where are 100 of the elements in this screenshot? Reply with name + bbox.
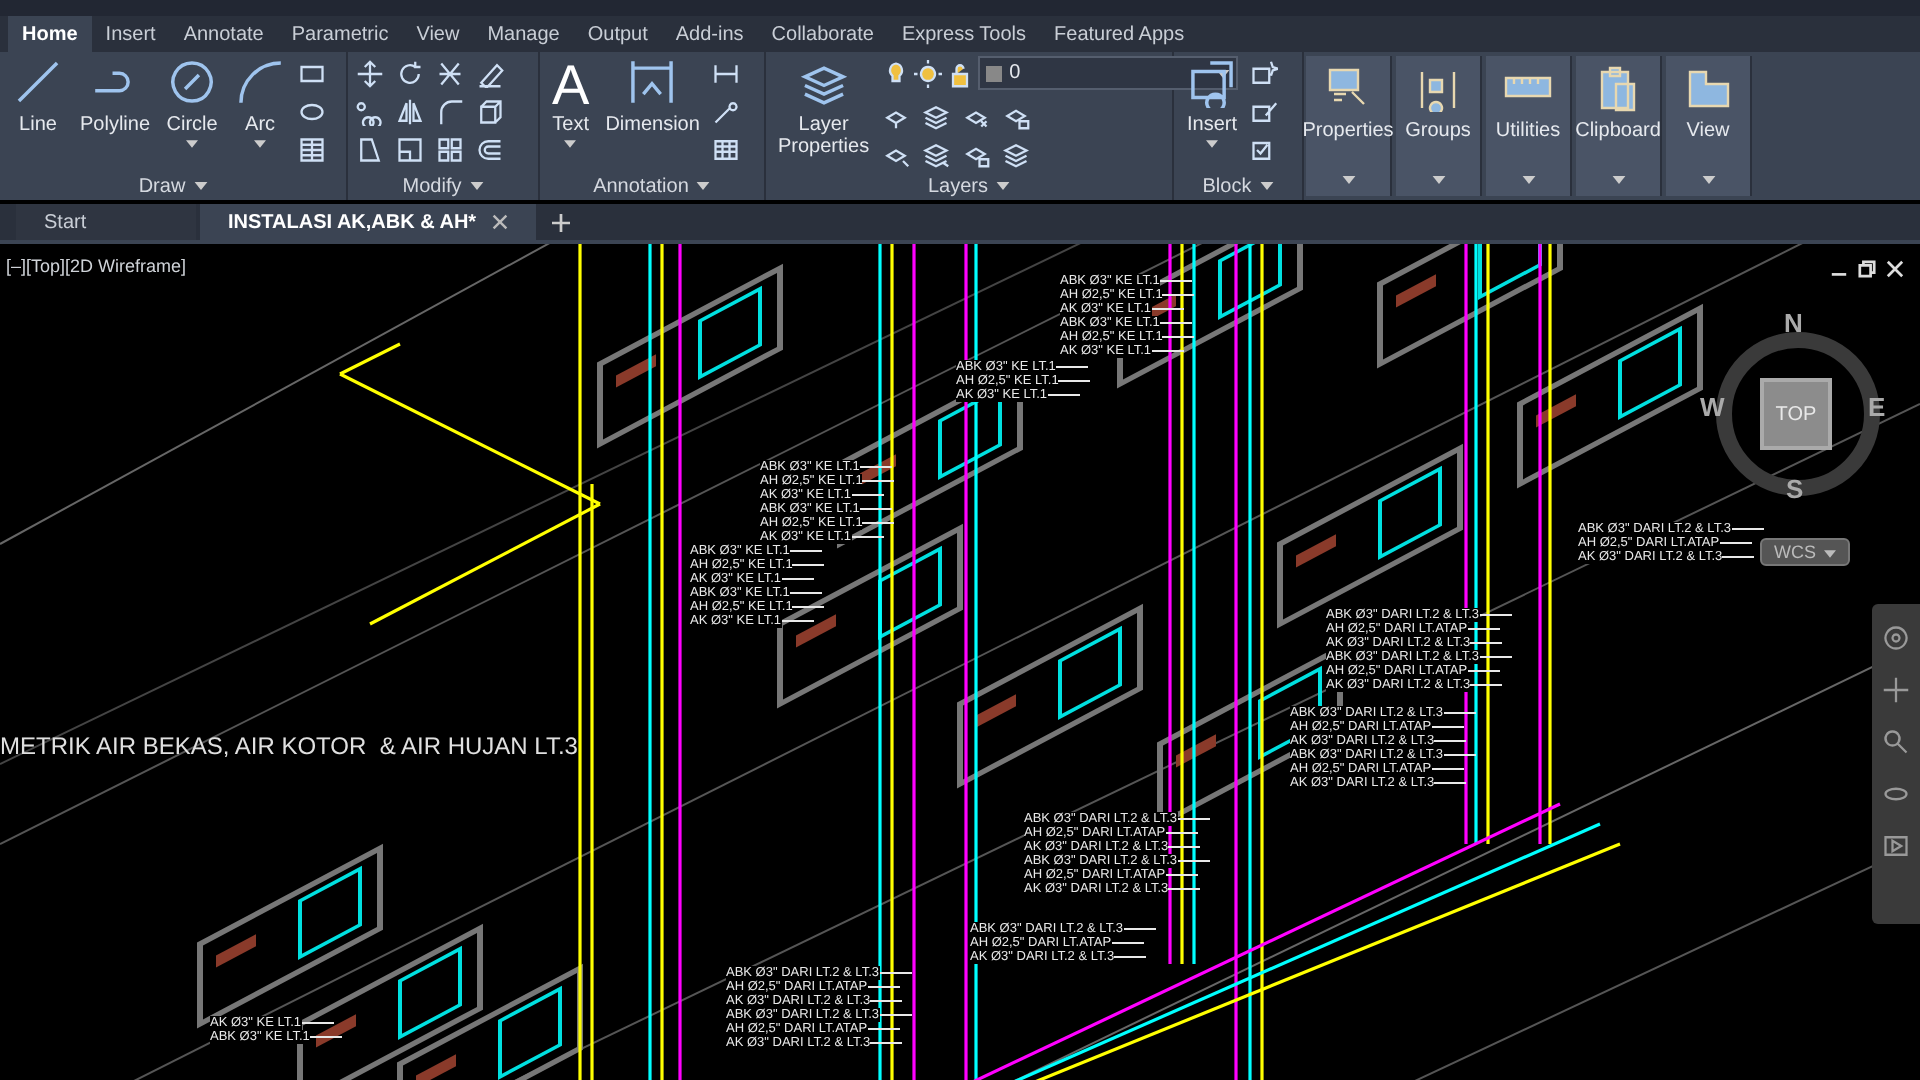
leader-line: [1159, 322, 1192, 324]
document-tab[interactable]: Start: [16, 204, 196, 240]
create-block-icon[interactable]: [1250, 60, 1278, 88]
leader-icon[interactable]: [711, 98, 740, 126]
erase-icon[interactable]: [476, 60, 504, 88]
panel-button[interactable]: Groups: [1405, 64, 1471, 142]
leader-line: [1168, 846, 1201, 848]
panel-button[interactable]: Utilities: [1495, 64, 1561, 142]
caret-icon[interactable]: [1431, 176, 1445, 184]
leader-line: [1177, 818, 1209, 820]
tool-button[interactable]: Polyline: [76, 56, 155, 136]
offset-icon[interactable]: [476, 136, 504, 164]
panel-title[interactable]: Layers: [927, 172, 988, 200]
move-icon[interactable]: [356, 60, 384, 88]
ribbon-tab[interactable]: Annotate: [169, 16, 278, 52]
compass-letter: W: [1700, 392, 1725, 422]
array-icon[interactable]: [436, 136, 464, 164]
leader-line: [1055, 366, 1088, 368]
leader-line: [1467, 670, 1500, 672]
ribbon-tab[interactable]: Add-ins: [661, 16, 758, 52]
leader-line: [851, 494, 884, 496]
rectangle-icon[interactable]: [298, 60, 327, 88]
leader-line: [1047, 394, 1080, 396]
leader-line: [1722, 556, 1755, 558]
leader-line: [1162, 336, 1195, 338]
ribbon-tab[interactable]: Output: [573, 16, 662, 52]
leader-line: [789, 592, 822, 594]
drawing-title: METRIK AIR BEKAS, AIR KOTOR & AIR HUJAN LT.3: [0, 732, 578, 760]
leader-line: [1443, 754, 1475, 756]
layer-dropdown[interactable]: 0: [977, 56, 1238, 90]
leader-line: [781, 620, 814, 622]
stretch-icon[interactable]: [356, 136, 384, 164]
ucs-menu[interactable]: WCS: [1760, 538, 1850, 566]
leader-line: [1443, 712, 1475, 714]
leader-line: [1434, 782, 1467, 784]
ribbon-tab[interactable]: View: [402, 16, 474, 52]
caret-icon[interactable]: [193, 182, 208, 190]
leader-line: [1431, 726, 1464, 728]
layer-copy-icon[interactable]: [921, 140, 950, 168]
scale-icon[interactable]: [396, 136, 424, 164]
caret-icon[interactable]: [1701, 176, 1715, 184]
pan-icon[interactable]: [1882, 676, 1910, 704]
ribbon-tab[interactable]: Parametric: [277, 16, 403, 52]
ribbon-tab[interactable]: Manage: [473, 16, 574, 52]
leader-line: [309, 1036, 342, 1038]
panel-title[interactable]: Block: [1202, 172, 1252, 200]
leader-line: [1431, 768, 1464, 770]
caret-icon[interactable]: [1521, 176, 1535, 184]
edit-block-icon[interactable]: [1250, 98, 1278, 126]
tool-button[interactable]: Arc: [230, 56, 291, 148]
caret-icon[interactable]: [1259, 182, 1274, 190]
leader-line: [789, 550, 822, 552]
close-icon[interactable]: [1886, 260, 1904, 278]
ribbon-tab[interactable]: Home: [8, 16, 92, 52]
compass-letter: E: [1868, 392, 1886, 422]
panel-title[interactable]: Draw: [138, 172, 186, 200]
tool-button[interactable]: Line: [8, 56, 68, 136]
tool-button[interactable]: Circle: [162, 56, 223, 148]
ribbon-tab[interactable]: Collaborate: [757, 16, 888, 52]
box-icon[interactable]: [476, 98, 504, 126]
tool-button[interactable]: Layer Properties: [774, 56, 874, 158]
ribbon-tab[interactable]: Featured Apps: [1040, 16, 1199, 52]
rotate-icon[interactable]: [396, 60, 424, 88]
table-icon[interactable]: [711, 136, 740, 164]
tool-button[interactable]: Dimension: [601, 56, 704, 136]
leader-line: [879, 972, 911, 974]
caret-icon[interactable]: [1341, 176, 1355, 184]
panel-button[interactable]: Properties: [1302, 64, 1394, 142]
zoom-icon[interactable]: [1882, 728, 1910, 756]
copy-icon[interactable]: [356, 98, 384, 126]
text-tool-icon: A: [552, 56, 590, 114]
hatch-icon[interactable]: [298, 136, 327, 164]
trim-icon[interactable]: [436, 60, 464, 88]
mirror-icon[interactable]: [396, 98, 424, 126]
ribbon-tab[interactable]: Express Tools: [887, 16, 1041, 52]
fillet-icon[interactable]: [436, 98, 464, 126]
panel-title[interactable]: Modify: [402, 172, 462, 200]
panel-title[interactable]: Annotation: [593, 172, 689, 200]
caret-icon[interactable]: [469, 182, 484, 190]
panel-button[interactable]: View: [1684, 64, 1732, 142]
viewport-label[interactable]: [–][Top][2D Wireframe]: [6, 256, 187, 276]
ribbon-tab[interactable]: Insert: [91, 16, 170, 52]
caret-icon[interactable]: [696, 182, 711, 190]
tool-button[interactable]: A Text: [548, 56, 594, 148]
layer-walk-icon[interactable]: [1001, 140, 1030, 168]
caret-icon[interactable]: [996, 182, 1010, 190]
sun-icon[interactable]: [913, 59, 942, 87]
new-tab-icon[interactable]: [552, 213, 571, 231]
caret-icon[interactable]: [1611, 176, 1625, 184]
wheel-icon[interactable]: [1882, 624, 1910, 652]
restore-icon[interactable]: [1858, 260, 1876, 278]
layer-state-icon[interactable]: [921, 102, 950, 130]
leader-line: [1058, 380, 1091, 382]
linear-dimension-icon[interactable]: [711, 60, 740, 88]
leader-line: [1151, 308, 1184, 310]
leader-line: [1162, 294, 1195, 296]
leader-line: [1470, 642, 1503, 644]
panel-button[interactable]: Clipboard: [1575, 64, 1661, 142]
showmotion-icon[interactable]: [1882, 832, 1910, 860]
document-tab[interactable]: INSTALASI AK,ABK & AH*: [200, 204, 537, 240]
